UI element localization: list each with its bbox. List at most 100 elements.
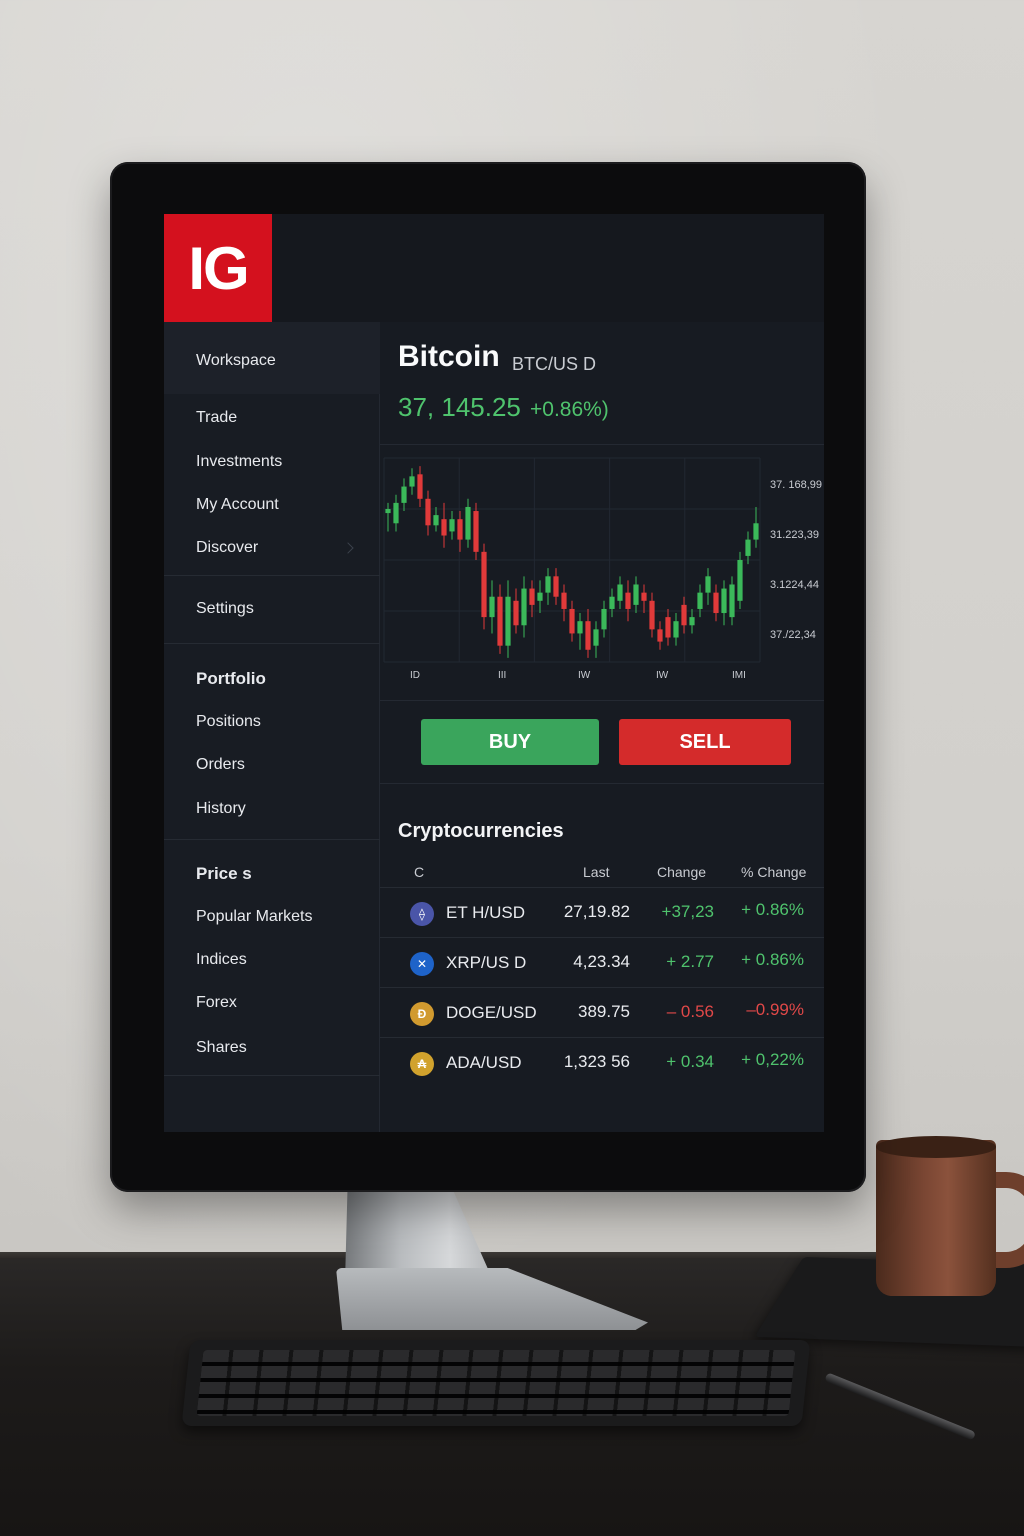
x-axis-tick-label: IW (578, 670, 591, 680)
x-axis-tick-label: III (498, 670, 506, 680)
table-row[interactable]: Ð DOGE/USD 389.75 – 0.56 –0.99% (380, 987, 824, 1037)
cell-last: 4,23.34 (573, 952, 630, 971)
candle-body (537, 592, 543, 601)
x-axis-tick-label: IW (656, 670, 669, 680)
candle-body (497, 596, 503, 646)
candle-body (593, 629, 599, 646)
sidebar-item-settings[interactable]: Settings (196, 600, 254, 618)
candle-body (753, 523, 759, 540)
candle-body (641, 592, 647, 601)
candle-body (561, 592, 567, 609)
top-bar: IG (164, 214, 824, 322)
cell-change: +37,23 (661, 902, 714, 921)
sidebar-item-popular-markets[interactable]: Popular Markets (196, 908, 313, 926)
candle-body (553, 576, 559, 597)
ig-logo[interactable]: IG (164, 214, 272, 322)
sidebar-item-positions[interactable]: Positions (196, 713, 261, 731)
table-row[interactable]: ✕ XRP/US D 4,23.34 + 2.77 + 0.86% (380, 937, 824, 987)
sidebar-heading-portfolio[interactable]: Portfolio (196, 669, 266, 689)
nav-group-prices: Price s Popular Markets Indices Forex Sh… (164, 840, 380, 1076)
candle-body (473, 511, 479, 552)
trading-app-screen: IG Workspace Trade Investments My Accoun… (164, 214, 824, 1132)
sidebar-item-indices[interactable]: Indices (196, 951, 247, 969)
table-row[interactable]: ⟠ ET H/USD 27,19.82 +37,23 + 0.86% (380, 887, 824, 937)
candle-body (625, 592, 631, 609)
candle-body (545, 576, 551, 593)
candle-body (585, 621, 591, 650)
nav-group-portfolio: Portfolio Positions Orders History (164, 644, 380, 840)
cell-last: 1,323 56 (563, 1052, 630, 1071)
chevron-right-icon (342, 542, 354, 554)
cell-change: + 0.34 (666, 1052, 714, 1071)
candle-body (737, 560, 743, 601)
candle-body (409, 476, 415, 487)
crypto-table-title: Cryptocurrencies (398, 820, 564, 842)
instrument-price: 37, 145.25 (398, 392, 521, 422)
column-header-change[interactable]: Change (657, 864, 706, 880)
doge-icon: Ð (410, 1002, 434, 1026)
cell-pct-change: + 0.86% (741, 900, 804, 919)
cell-pct-change: + 0,22% (741, 1050, 804, 1069)
ethereum-icon: ⟠ (410, 902, 434, 926)
sidebar-item-trade[interactable]: Trade (196, 409, 237, 427)
coffee-mug (876, 1140, 996, 1296)
nav-group-main: Workspace Trade Investments My Account D… (164, 322, 380, 576)
price-chart[interactable]: 37. 168,99 31.223,39 3.1224,44 37./22,34 ID I… (380, 450, 824, 680)
y-axis-tick-label: 31.223,39 (770, 529, 819, 541)
candle-body (393, 502, 399, 524)
table-row[interactable]: ₳ ADA/USD 1,323 56 + 0.34 + 0,22% (380, 1037, 824, 1087)
candle-body (481, 551, 487, 618)
cell-symbol: DOGE/USD (446, 1003, 537, 1022)
cell-change: – 0.56 (666, 1002, 714, 1021)
candle-body (457, 519, 463, 540)
candle-body (505, 596, 511, 646)
candle-body (401, 486, 407, 503)
ada-icon: ₳ (410, 1052, 434, 1076)
sidebar-item-forex[interactable]: Forex (196, 994, 237, 1012)
candlestick-chart-svg[interactable]: 37. 168,99 31.223,39 3.1224,44 37./22,34 ID I… (380, 450, 824, 680)
main-panel: Bitcoin BTC/US D 37, 145.25 +0.86%) 37. … (380, 322, 824, 1132)
sell-button[interactable]: SELL (619, 719, 791, 765)
candle-body (705, 576, 711, 593)
candle-body (513, 600, 519, 626)
candle-body (689, 617, 695, 626)
y-axis-tick-label: 37. 168,99 (770, 479, 822, 491)
x-axis-tick-label: IMI (732, 670, 746, 680)
candle-body (417, 474, 423, 499)
sidebar-heading-prices[interactable]: Price s (196, 864, 252, 884)
candle-body (729, 584, 735, 618)
sidebar-item-history[interactable]: History (196, 800, 246, 818)
sidebar-item-orders[interactable]: Orders (196, 756, 245, 774)
buy-button[interactable]: BUY (421, 719, 599, 765)
sidebar-item-discover[interactable]: Discover (196, 539, 258, 557)
candle-body (617, 584, 623, 601)
sidebar-item-investments[interactable]: Investments (196, 453, 282, 471)
cell-symbol: ET H/USD (446, 903, 526, 922)
instrument-pair: BTC/US D (512, 354, 597, 374)
sidebar: Workspace Trade Investments My Account D… (164, 322, 380, 1132)
candle-body (521, 588, 527, 626)
candle-body (673, 621, 679, 638)
candle-body (569, 608, 575, 634)
sidebar-item-my-account[interactable]: My Account (196, 496, 279, 514)
sidebar-item-shares[interactable]: Shares (196, 1039, 247, 1057)
sidebar-item-workspace[interactable]: Workspace (196, 352, 276, 370)
candle-body (649, 600, 655, 630)
candle-body (577, 621, 583, 634)
y-axis-tick-label: 3.1224,44 (770, 579, 819, 591)
column-header-name[interactable]: C (414, 864, 424, 880)
cell-pct-change: –0.99% (746, 1000, 804, 1019)
nav-group-settings: Settings (164, 576, 380, 644)
candle-body (633, 584, 639, 605)
candle-body (713, 592, 719, 614)
candle-body (665, 617, 671, 638)
column-header-pct-change[interactable]: % Change (741, 864, 806, 880)
candle-body (433, 515, 439, 526)
candle-body (449, 519, 455, 532)
header-divider (380, 444, 824, 445)
logo-text: IG (188, 234, 249, 302)
cell-symbol: XRP/US D (446, 953, 527, 972)
candle-body (609, 596, 615, 609)
column-header-last[interactable]: Last (583, 864, 609, 880)
candle-body (601, 608, 607, 630)
